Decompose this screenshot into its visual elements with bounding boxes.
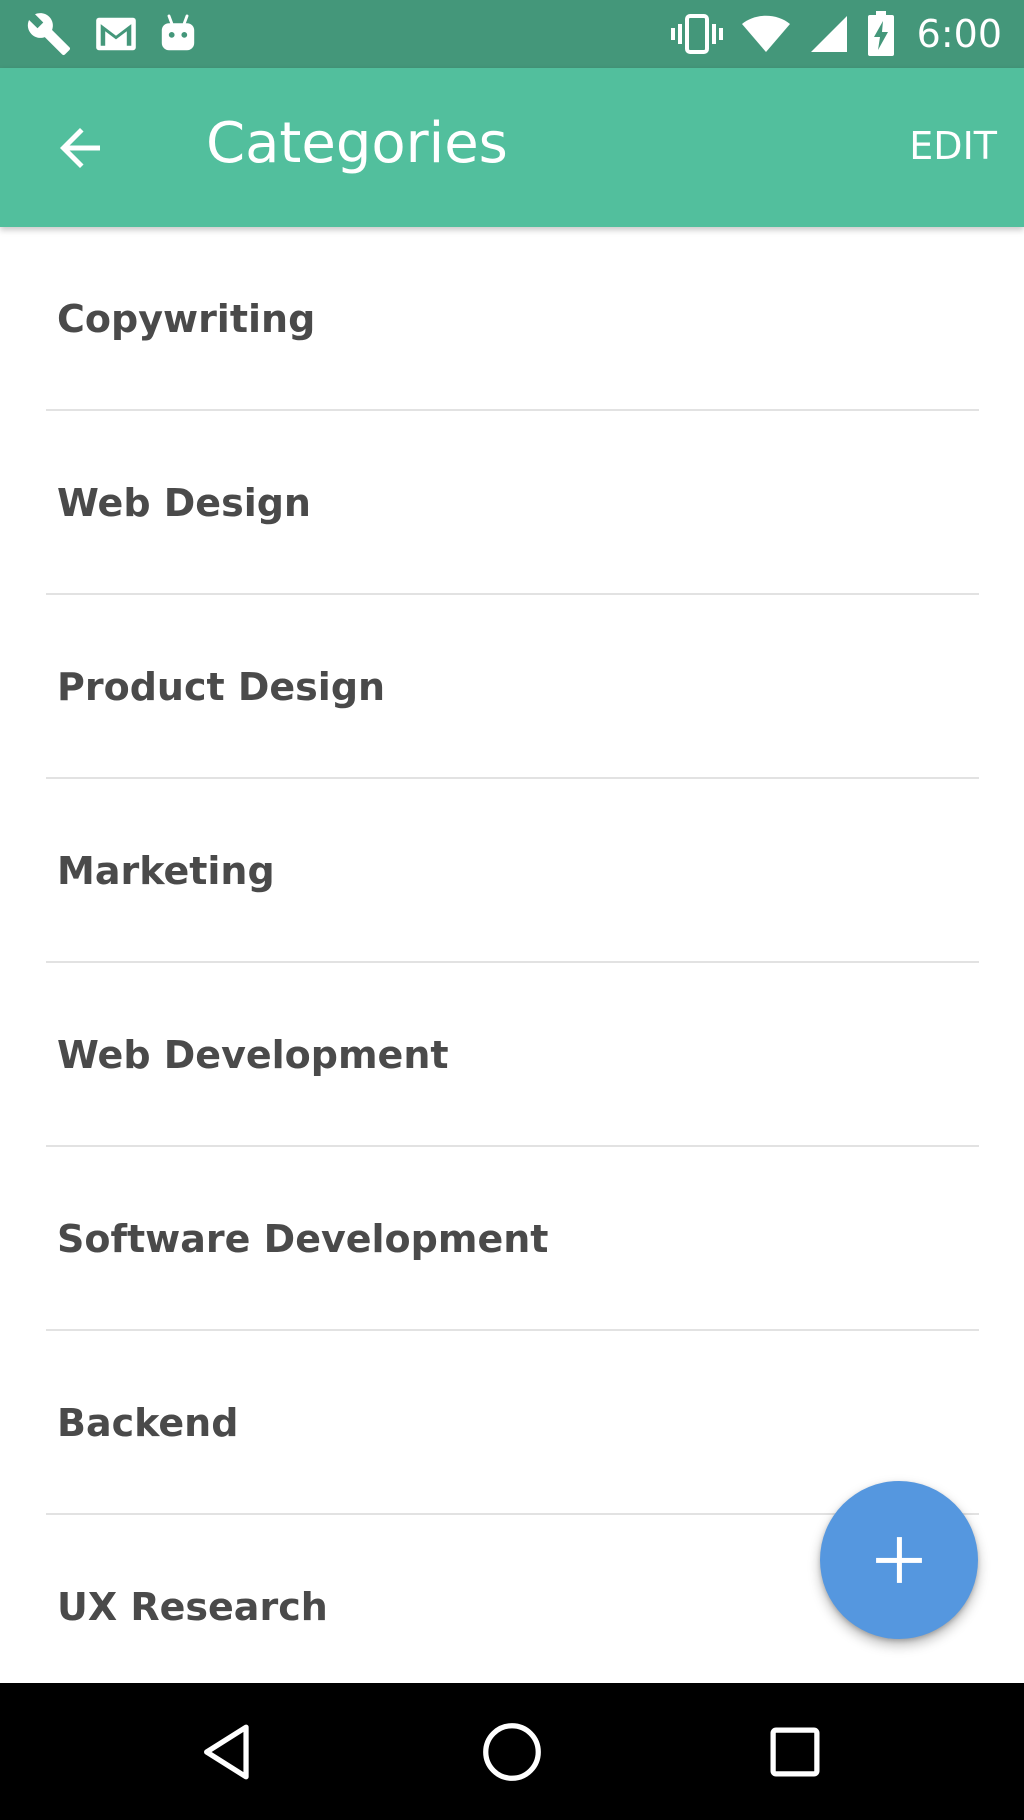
category-list: Copywriting Web Design Product Design Ma… — [0, 227, 1024, 1683]
android-icon — [161, 14, 195, 51]
list-item-label: Marketing — [57, 849, 275, 893]
status-bar: 6:00 — [0, 0, 1024, 68]
list-item-label: Software Development — [57, 1217, 549, 1261]
list-item-label: Copywriting — [57, 297, 316, 341]
nav-back-icon — [204, 1724, 249, 1780]
edit-button[interactable]: EDIT — [909, 118, 997, 174]
battery-charging-icon — [867, 11, 894, 56]
back-button[interactable] — [50, 118, 110, 178]
nav-back-button[interactable] — [195, 1717, 265, 1787]
status-time: 6:00 — [916, 12, 1002, 56]
wifi-icon — [741, 15, 790, 52]
app-bar: Categories EDIT — [0, 68, 1024, 227]
screen: 6:00 Categories EDIT Copywriting Web Des… — [0, 0, 1024, 1820]
navigation-bar — [0, 1683, 1024, 1820]
add-category-button[interactable] — [820, 1481, 978, 1639]
list-item-label: Product Design — [57, 665, 386, 709]
plus-icon — [876, 1537, 922, 1583]
list-item[interactable]: Web Development — [0, 963, 1024, 1147]
list-item-label: Backend — [57, 1401, 239, 1445]
list-item[interactable]: Web Design — [0, 411, 1024, 595]
list-item-label: Web Development — [57, 1033, 449, 1077]
nav-home-button[interactable] — [477, 1717, 547, 1787]
list-item-label: Web Design — [57, 481, 311, 525]
page-title: Categories — [206, 111, 508, 176]
gmail-icon — [96, 17, 136, 51]
list-item-label: UX Research — [57, 1585, 328, 1629]
signal-icon — [810, 16, 847, 52]
list-item[interactable]: Marketing — [0, 779, 1024, 963]
status-left-icons — [26, 10, 196, 58]
list-item[interactable]: Product Design — [0, 595, 1024, 779]
list-item[interactable]: Software Development — [0, 1147, 1024, 1331]
wrench-icon — [27, 13, 71, 56]
arrow-back-icon — [60, 128, 100, 168]
status-right-icons: 6:00 — [670, 10, 1002, 58]
nav-recents-icon — [770, 1727, 820, 1777]
nav-home-icon — [483, 1723, 541, 1781]
vibrate-icon — [670, 14, 723, 54]
nav-recents-button[interactable] — [760, 1717, 830, 1787]
list-item[interactable]: Copywriting — [0, 227, 1024, 411]
